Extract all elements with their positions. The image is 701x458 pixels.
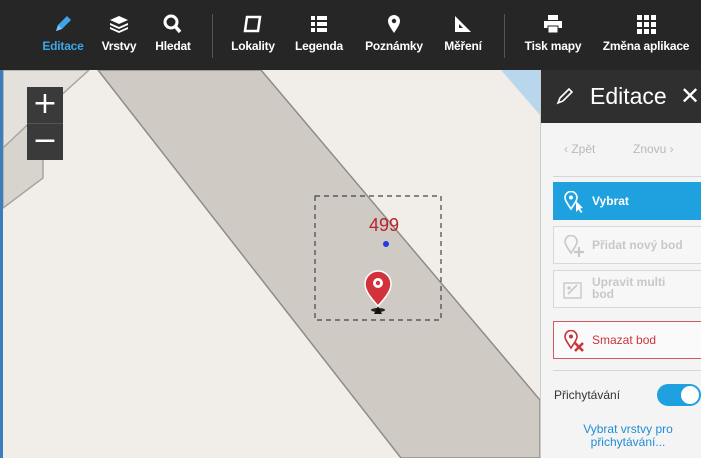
toolbar-vrstvy[interactable]: Vrstvy [96, 0, 142, 70]
toolbar-tisk-mapy-label: Tisk mapy [524, 39, 582, 53]
undo-redo-row: ‹ Zpět Znovu › [541, 123, 701, 176]
toolbar-tisk-mapy[interactable]: Tisk mapy [518, 0, 588, 70]
main-toolbar: Editace Vrstvy Hledat Lokality Legenda P… [0, 0, 701, 70]
panel-header: Editace ✕ [541, 70, 701, 123]
toolbar-editace[interactable]: Editace [36, 0, 90, 70]
ruler-icon [455, 16, 471, 32]
select-button[interactable]: Vybrat [553, 182, 701, 220]
close-icon[interactable]: ✕ [680, 82, 700, 110]
delete-point-icon [564, 330, 584, 352]
toolbar-editace-label: Editace [42, 39, 84, 53]
select-button-label: Vybrat [592, 194, 629, 208]
point-label: 499 [369, 215, 400, 235]
panel-title: Editace [590, 83, 667, 109]
grid-icon [637, 15, 656, 34]
toolbar-zmena-aplikace[interactable]: Změna aplikace [594, 0, 698, 70]
undo-button[interactable]: ‹ Zpět [564, 142, 595, 156]
snap-link-line1: Vybrat vrstvy pro [583, 422, 673, 436]
add-point-icon [564, 235, 584, 257]
polygon-icon [243, 15, 262, 33]
toolbar-poznamky-label: Poznámky [365, 39, 423, 53]
printer-icon [544, 15, 562, 34]
toolbar-lokality[interactable]: Lokality [226, 0, 280, 70]
divider [553, 370, 701, 371]
toolbar-mereni[interactable]: Měření [436, 0, 490, 70]
edit-panel: Editace ✕ ‹ Zpět Znovu › Vybrat Přidat n… [540, 70, 701, 458]
toolbar-hledat-label: Hledat [155, 39, 191, 53]
redo-button[interactable]: Znovu › [633, 142, 674, 156]
snapping-toggle[interactable] [657, 384, 701, 406]
edit-multipoint-icon [563, 282, 582, 299]
divider [553, 176, 701, 177]
select-point-icon [564, 191, 583, 213]
toggle-knob [681, 386, 699, 404]
zoom-out-button[interactable]: − [27, 124, 63, 160]
toolbar-vrstvy-label: Vrstvy [101, 39, 137, 53]
select-snap-layers-link[interactable]: Vybrat vrstvy pro přichytávání... [554, 423, 701, 449]
toolbar-separator [212, 14, 213, 58]
toolbar-hledat[interactable]: Hledat [148, 0, 198, 70]
toolbar-mereni-label: Měření [444, 39, 482, 53]
snap-link-line2: přichytávání... [590, 435, 666, 449]
map-features [3, 70, 540, 458]
search-icon [163, 14, 182, 34]
map-water [501, 70, 540, 115]
edit-multipoint-button[interactable]: Upravit multi bod [553, 270, 701, 308]
edit-multipoint-label-line2: bod [592, 287, 614, 301]
pencil-icon [556, 87, 574, 105]
toolbar-legenda[interactable]: Legenda [288, 0, 350, 70]
add-point-button[interactable]: Přidat nový bod [553, 226, 701, 264]
toolbar-zmena-aplikace-label: Změna aplikace [602, 39, 690, 53]
toolbar-separator [504, 14, 505, 58]
map-road [97, 70, 540, 458]
delete-point-button[interactable]: Smazat bod [553, 321, 701, 359]
layers-icon [110, 16, 128, 33]
toolbar-legenda-label: Legenda [295, 39, 343, 53]
map-canvas[interactable]: 499 + − [3, 70, 540, 458]
delete-point-label: Smazat bod [592, 333, 657, 347]
map-pin-icon [388, 15, 400, 33]
toolbar-lokality-label: Lokality [231, 39, 275, 53]
list-icon [311, 16, 327, 32]
add-point-label: Přidat nový bod [592, 238, 683, 252]
point-vertex [383, 241, 389, 247]
snapping-label: Přichytávání [554, 388, 621, 402]
zoom-in-button[interactable]: + [27, 87, 63, 124]
toolbar-poznamky[interactable]: Poznámky [358, 0, 430, 70]
pencil-icon [56, 16, 71, 31]
edit-multipoint-label: Upravit multi bod [592, 276, 665, 300]
